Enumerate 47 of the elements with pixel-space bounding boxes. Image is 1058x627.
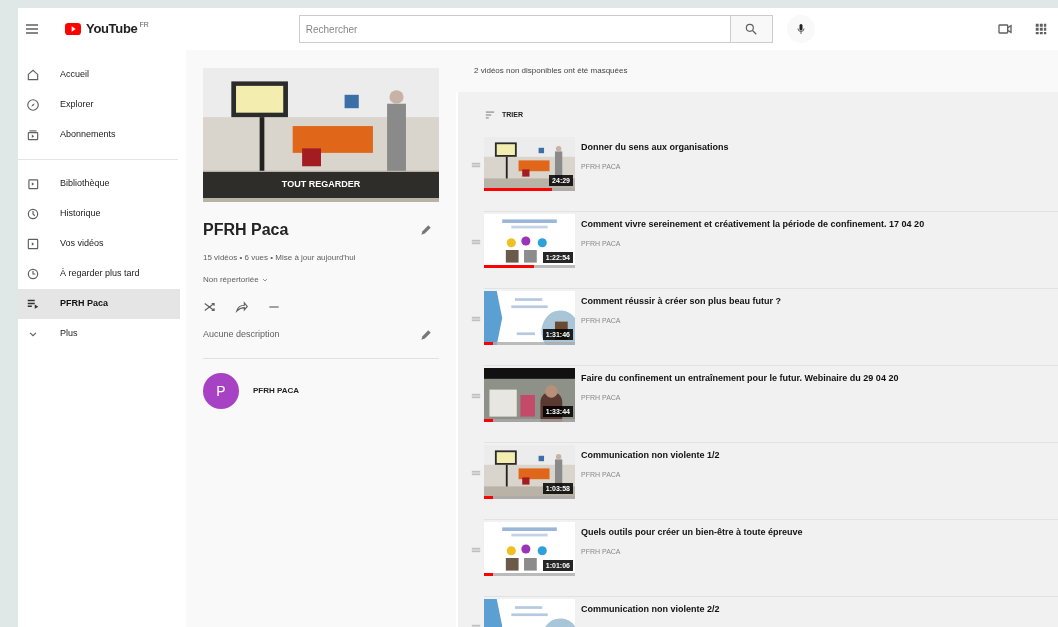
search-icon xyxy=(744,22,759,36)
microphone-button[interactable] xyxy=(786,15,815,43)
video-title[interactable]: Faire du confinement un entraînement pour le futur. Webinaire du 29 04 20 xyxy=(581,371,899,385)
sidebar-item[interactable]: Historique xyxy=(18,199,180,229)
logo-text[interactable]: YouTube xyxy=(86,21,138,37)
logo-play-icon[interactable] xyxy=(62,21,84,37)
channel-avatar[interactable]: P xyxy=(203,373,239,409)
search-button[interactable] xyxy=(730,15,773,43)
sidebar-item[interactable]: Accueil xyxy=(18,60,180,90)
compass-icon xyxy=(26,98,40,112)
video-title[interactable]: Comment vivre sereinement et créativement la période de confinement. 17 04 20 xyxy=(581,217,925,231)
subscriptions-icon xyxy=(26,128,40,142)
clock-icon xyxy=(26,267,40,281)
edit-pencil-icon[interactable] xyxy=(419,328,433,342)
home-icon xyxy=(26,68,40,82)
video-title[interactable]: Communication non violente 1/2 xyxy=(581,448,720,462)
sidebar-item[interactable]: Abonnements xyxy=(18,120,180,150)
video-title[interactable]: Comment réussir à créer son plus beau futur ? xyxy=(581,294,782,308)
shuffle-icon[interactable] xyxy=(203,300,217,314)
edit-pencil-icon[interactable] xyxy=(419,223,433,237)
play-all-button[interactable]: TOUT REGARDER xyxy=(203,172,439,198)
sidebar-item[interactable]: Explorer xyxy=(18,90,180,120)
sidebar-item[interactable]: Bibliothèque xyxy=(18,169,180,199)
sidebar-item[interactable]: À regarder plus tard xyxy=(18,259,180,289)
video-title[interactable]: Communication non violente 2/2 xyxy=(581,602,720,616)
search-field[interactable]: Rechercher xyxy=(298,15,731,43)
caret-icon xyxy=(260,276,269,284)
hidden-videos-notice: 2 vidéos non disponibles ont été masquées xyxy=(474,65,628,77)
microphone-icon xyxy=(794,22,807,36)
sidebar-item[interactable]: PFRH Paca xyxy=(18,289,180,319)
video-icon xyxy=(26,237,40,251)
playlist-stats: 15 vidéos • 6 vues • Mise à jour aujourd'hui xyxy=(203,252,357,264)
share-icon[interactable] xyxy=(235,300,249,314)
sidebar-item[interactable]: Plus xyxy=(18,319,180,349)
video-title[interactable]: Donner du sens aux organisations xyxy=(581,140,729,154)
sidebar-item[interactable]: Vos vidéos xyxy=(18,229,180,259)
menu-icon[interactable] xyxy=(24,21,40,37)
playlist-description: Aucune description xyxy=(203,328,280,342)
playlist-icon xyxy=(26,297,40,311)
video-title[interactable]: Quels outils pour créer un bien-être à toute épreuve xyxy=(581,525,803,539)
apps-grid-icon[interactable] xyxy=(1033,22,1048,36)
sort-icon xyxy=(484,110,496,121)
privacy-dropdown[interactable]: Non répertoriée xyxy=(203,274,269,286)
playlist-title: PFRH Paca xyxy=(203,220,289,240)
library-icon xyxy=(26,177,40,191)
history-icon xyxy=(26,207,40,221)
channel-name[interactable]: PFRH PACA xyxy=(253,385,300,397)
